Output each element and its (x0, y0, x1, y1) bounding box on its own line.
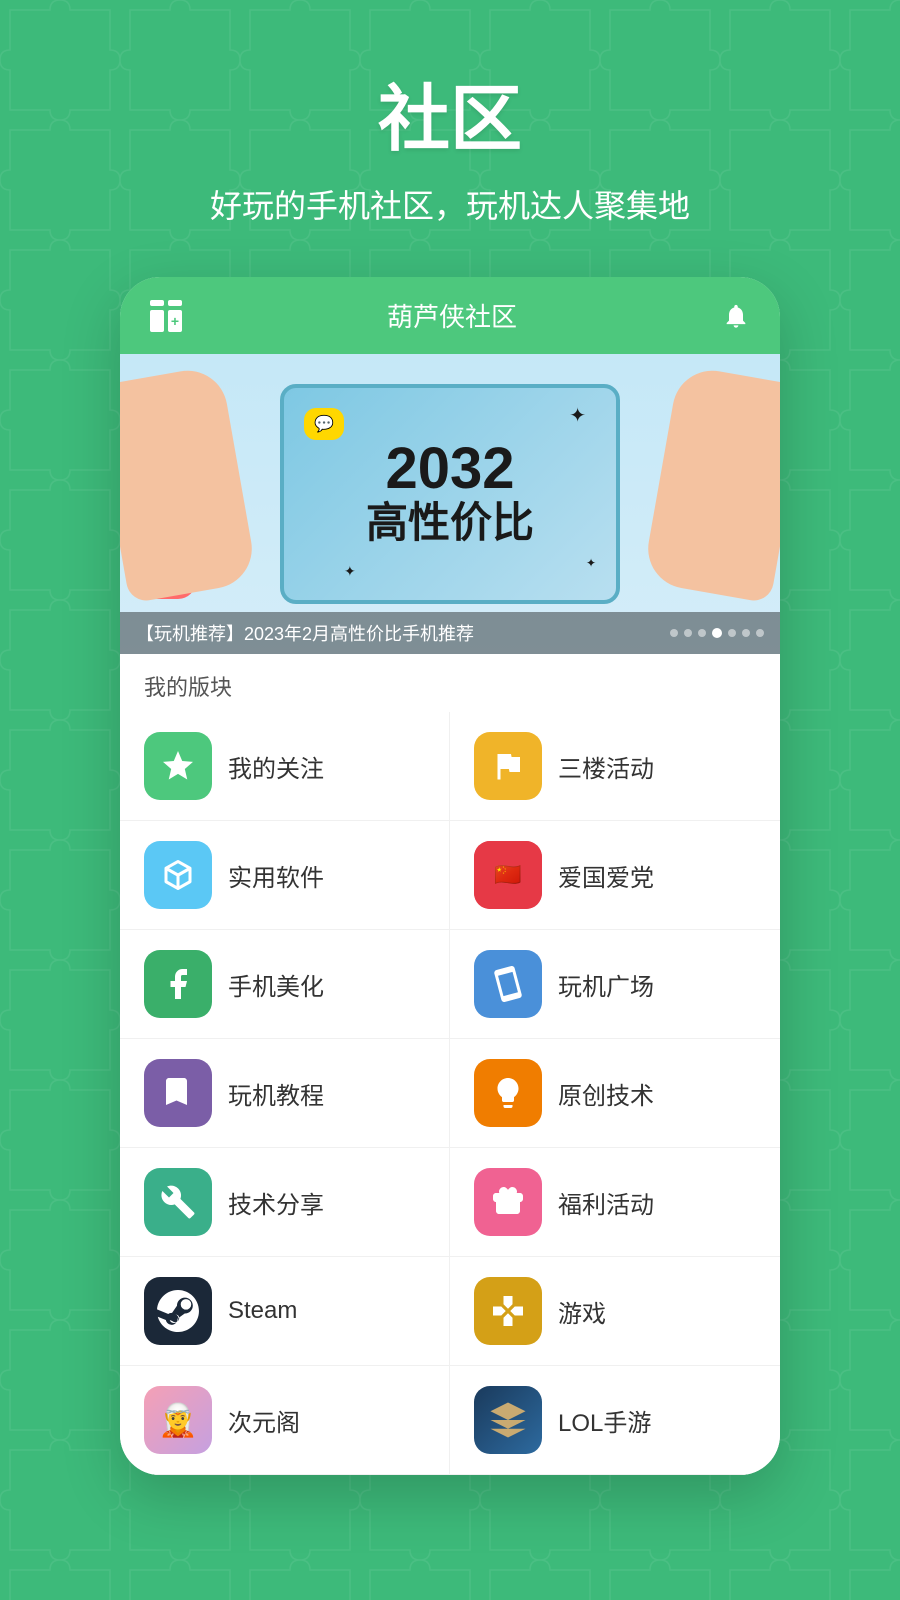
menu-item-phone-beauty[interactable]: 手机美化 (120, 930, 450, 1039)
dot-1 (670, 629, 678, 637)
grid-cell-2 (168, 300, 182, 306)
dot-6 (742, 629, 750, 637)
menu-grid: 我的关注 三楼活动 实用软件 (120, 712, 780, 1475)
menu-label-phone-tutorial: 玩机教程 (228, 1076, 324, 1111)
menu-label-steam: Steam (228, 1297, 297, 1325)
phone-icon (474, 950, 542, 1018)
dot-5 (728, 629, 736, 637)
sparkle-1: ✦ (569, 403, 586, 428)
menu-label-my-follow: 我的关注 (228, 749, 324, 784)
star-icon (144, 732, 212, 800)
wrench-icon (144, 1168, 212, 1236)
banner-year: 2032 (385, 440, 514, 498)
banner-phone-card: 2032 高性价比 💬 ✦ ✦ ✦ (280, 384, 620, 604)
china-flag-icon: 🇨🇳 (474, 841, 542, 909)
banner-caption: 【玩机推荐】2023年2月高性价比手机推荐 (120, 612, 780, 654)
grid-plus-icon[interactable]: + (148, 298, 184, 334)
banner-caption-text: 【玩机推荐】2023年2月高性价比手机推荐 (136, 620, 474, 646)
bell-icon[interactable] (720, 300, 752, 332)
app-name: 葫芦侠社区 (387, 297, 517, 334)
menu-label-anime: 次元阁 (228, 1403, 300, 1438)
anime-icon: 🧝 (144, 1386, 212, 1454)
menu-item-phone-tutorial[interactable]: 玩机教程 (120, 1039, 450, 1148)
menu-label-original-tech: 原创技术 (558, 1076, 654, 1111)
dot-3 (698, 629, 706, 637)
banner: 2032 高性价比 💬 ✦ ✦ ✦ 推荐 手机 【玩机推荐】2023年2月高性价… (120, 354, 780, 654)
banner-illustration: 2032 高性价比 💬 ✦ ✦ ✦ 推荐 手机 (120, 354, 780, 654)
flag-icon (474, 732, 542, 800)
menu-label-games: 游戏 (558, 1294, 606, 1329)
bookmark-icon (144, 1059, 212, 1127)
page-subtitle: 好玩的手机社区，玩机达人聚集地 (210, 181, 690, 227)
chat-bubble: 💬 (304, 408, 344, 440)
menu-item-welfare[interactable]: 福利活动 (450, 1148, 780, 1257)
dot-4-active (712, 628, 722, 638)
menu-label-phone-beauty: 手机美化 (228, 967, 324, 1002)
book-open-icon (144, 950, 212, 1018)
menu-item-my-follow[interactable]: 我的关注 (120, 712, 450, 821)
banner-dots (670, 628, 764, 638)
steam-icon (144, 1277, 212, 1345)
bulb-icon (474, 1059, 542, 1127)
hand-right (642, 364, 780, 603)
menu-item-anime[interactable]: 🧝 次元阁 (120, 1366, 450, 1475)
menu-item-games[interactable]: 游戏 (450, 1257, 780, 1366)
grid-cell-plus: + (168, 310, 182, 332)
menu-item-third-floor[interactable]: 三楼活动 (450, 712, 780, 821)
box-icon (144, 841, 212, 909)
page-title: 社区 (210, 60, 690, 165)
phone-mockup: + 葫芦侠社区 2032 高性价比 (120, 277, 780, 1475)
app-header: + 葫芦侠社区 (120, 277, 780, 354)
dot-7 (756, 629, 764, 637)
sparkle-2: ✦ (344, 563, 356, 580)
dot-2 (684, 629, 692, 637)
grid-cell-1 (150, 300, 164, 306)
page-header: 社区 好玩的手机社区，玩机达人聚集地 (210, 0, 690, 247)
menu-item-steam[interactable]: Steam (120, 1257, 450, 1366)
banner-title-text: 高性价比 (366, 498, 534, 548)
menu-item-lol[interactable]: LOL手游 (450, 1366, 780, 1475)
sparkle-3: ✦ (586, 556, 596, 570)
menu-label-useful-software: 实用软件 (228, 858, 324, 893)
game-icon (474, 1277, 542, 1345)
menu-label-lol: LOL手游 (558, 1403, 651, 1438)
menu-item-phone-plaza[interactable]: 玩机广场 (450, 930, 780, 1039)
menu-label-patriot: 爱国爱党 (558, 858, 654, 893)
grid-cell-3 (150, 310, 164, 332)
page-content: 社区 好玩的手机社区，玩机达人聚集地 + 葫芦侠社区 (0, 0, 900, 1600)
menu-label-phone-plaza: 玩机广场 (558, 967, 654, 1002)
menu-item-patriot[interactable]: 🇨🇳 爱国爱党 (450, 821, 780, 930)
gift-icon (474, 1168, 542, 1236)
menu-item-useful-software[interactable]: 实用软件 (120, 821, 450, 930)
hand-left (120, 364, 258, 603)
menu-item-original-tech[interactable]: 原创技术 (450, 1039, 780, 1148)
menu-label-third-floor: 三楼活动 (558, 749, 654, 784)
menu-label-tech-share: 技术分享 (228, 1185, 324, 1220)
lol-icon (474, 1386, 542, 1454)
section-my-blocks: 我的版块 (120, 654, 780, 712)
menu-item-tech-share[interactable]: 技术分享 (120, 1148, 450, 1257)
menu-label-welfare: 福利活动 (558, 1185, 654, 1220)
